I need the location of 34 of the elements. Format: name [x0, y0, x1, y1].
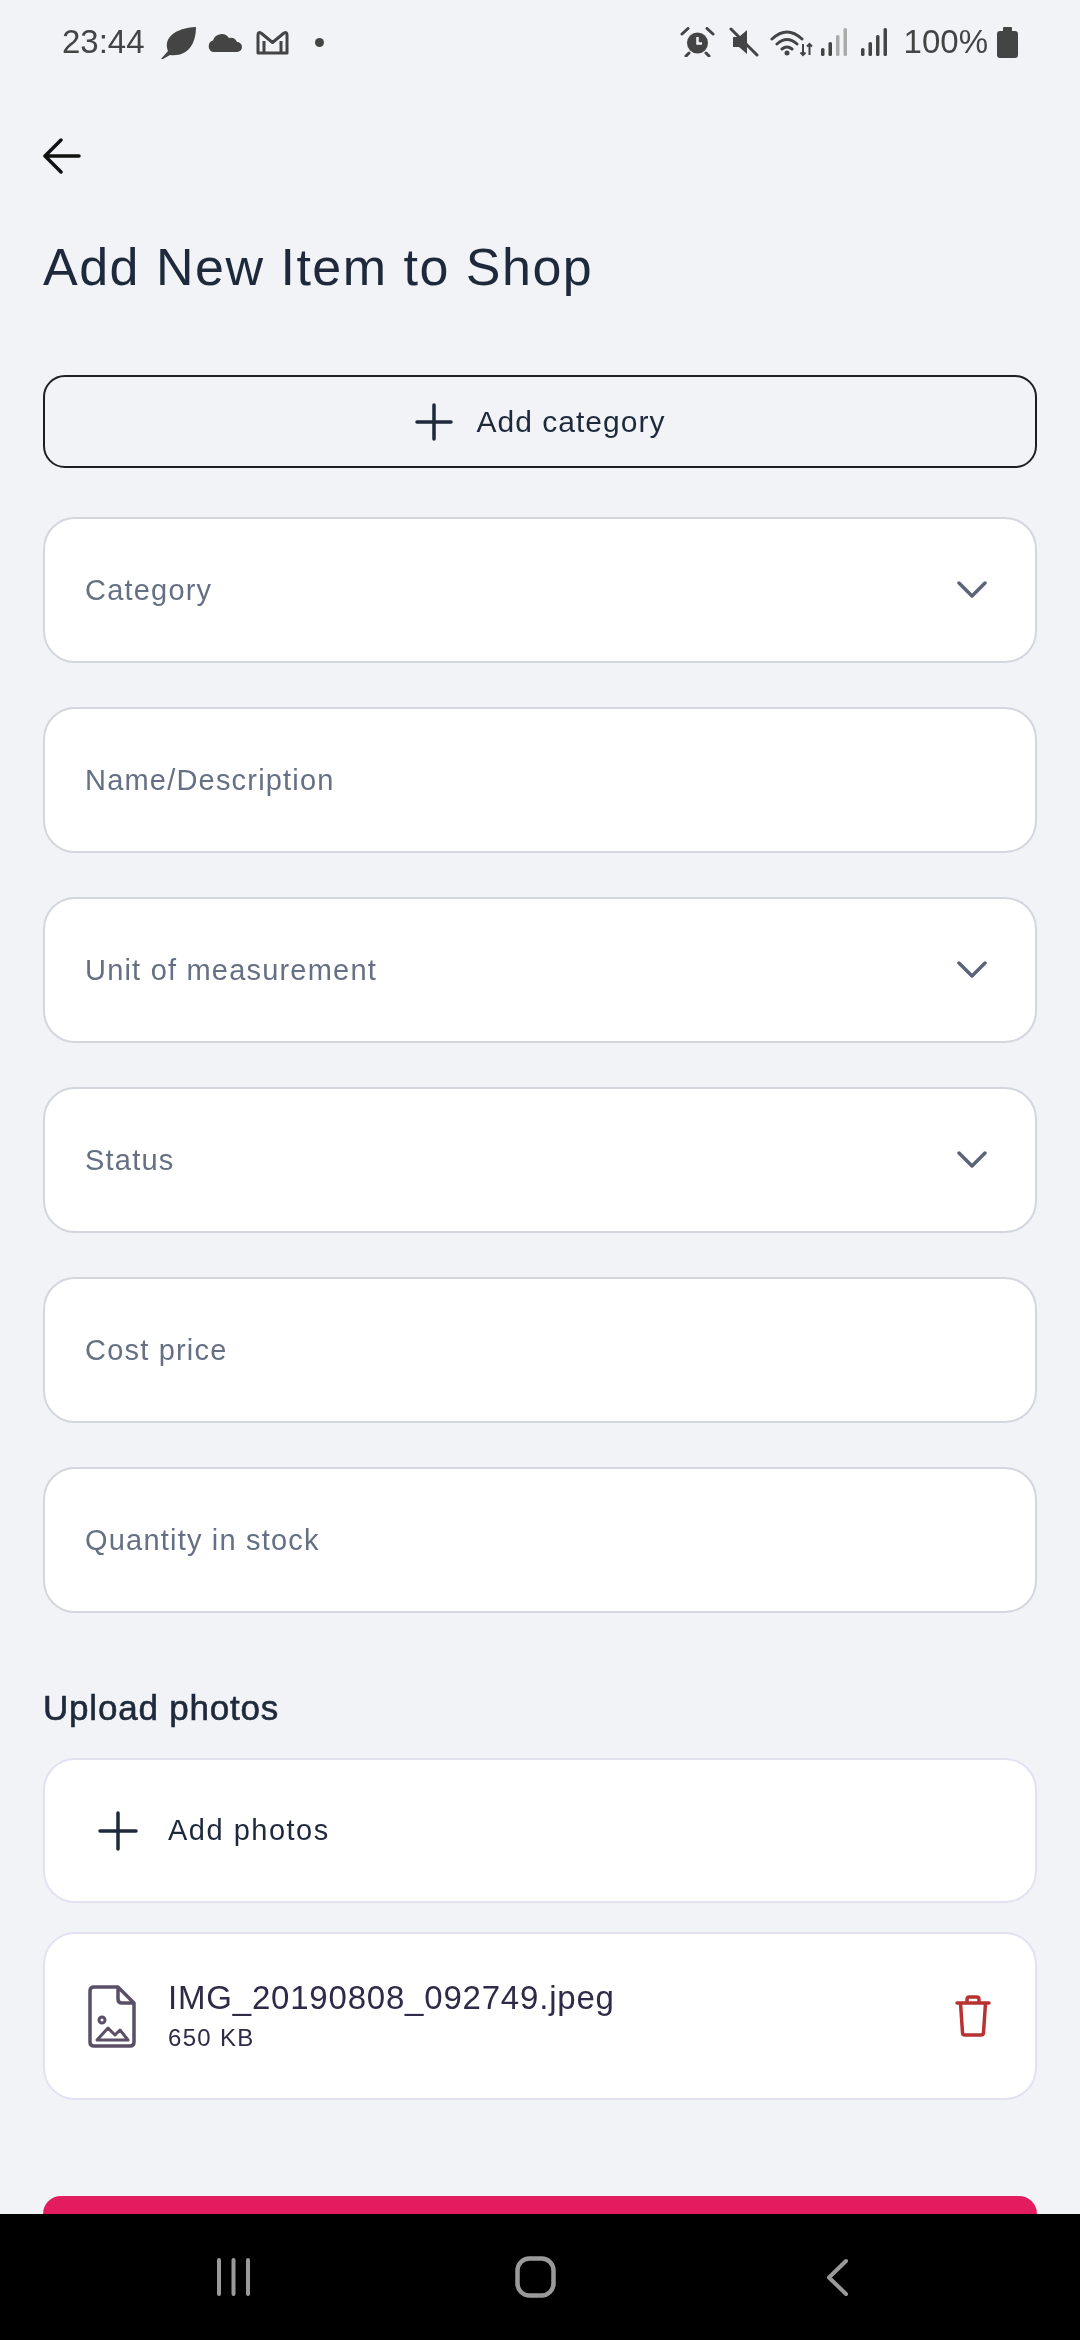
- wifi-icon: [769, 27, 813, 57]
- add-photos-button[interactable]: Add photos: [43, 1758, 1037, 1903]
- mail-icon: [254, 29, 290, 55]
- add-category-button[interactable]: Add category: [43, 375, 1037, 468]
- chevron-down-icon: [957, 581, 987, 598]
- signal-icon: [819, 28, 848, 56]
- status-time: 23:44: [62, 24, 145, 60]
- back-arrow-icon[interactable]: [43, 138, 81, 174]
- muted-speaker-icon: [728, 27, 759, 57]
- select-field[interactable]: Category: [43, 517, 1037, 663]
- file-size: 650 KB: [168, 2023, 255, 2053]
- battery-percent: 100%: [903, 24, 988, 60]
- chevron-down-icon: [957, 961, 987, 978]
- input-field[interactable]: Cost price: [43, 1277, 1037, 1423]
- back-icon[interactable]: [826, 2257, 849, 2297]
- plus-icon: [98, 1810, 138, 1851]
- home-icon[interactable]: [515, 2256, 556, 2298]
- input-field[interactable]: Name/Description: [43, 707, 1037, 853]
- image-file-icon: [88, 1984, 136, 2048]
- leaf-icon: [159, 25, 197, 59]
- plus-icon: [414, 402, 453, 441]
- signal-icon: [859, 28, 888, 56]
- recents-icon[interactable]: [216, 2257, 251, 2297]
- trash-icon[interactable]: [955, 1995, 991, 2037]
- select-field[interactable]: Status: [43, 1087, 1037, 1233]
- battery-icon: [997, 26, 1018, 58]
- section-label: Upload photos: [43, 1689, 280, 1727]
- alarm-icon: [679, 27, 715, 57]
- select-field[interactable]: Unit of measurement: [43, 897, 1037, 1043]
- input-field[interactable]: Quantity in stock: [43, 1467, 1037, 1613]
- notification-dot-icon: [314, 37, 324, 47]
- cloud-icon: [206, 32, 243, 52]
- file-name: IMG_20190808_092749.jpeg: [168, 1979, 615, 2017]
- chevron-down-icon: [957, 1151, 987, 1168]
